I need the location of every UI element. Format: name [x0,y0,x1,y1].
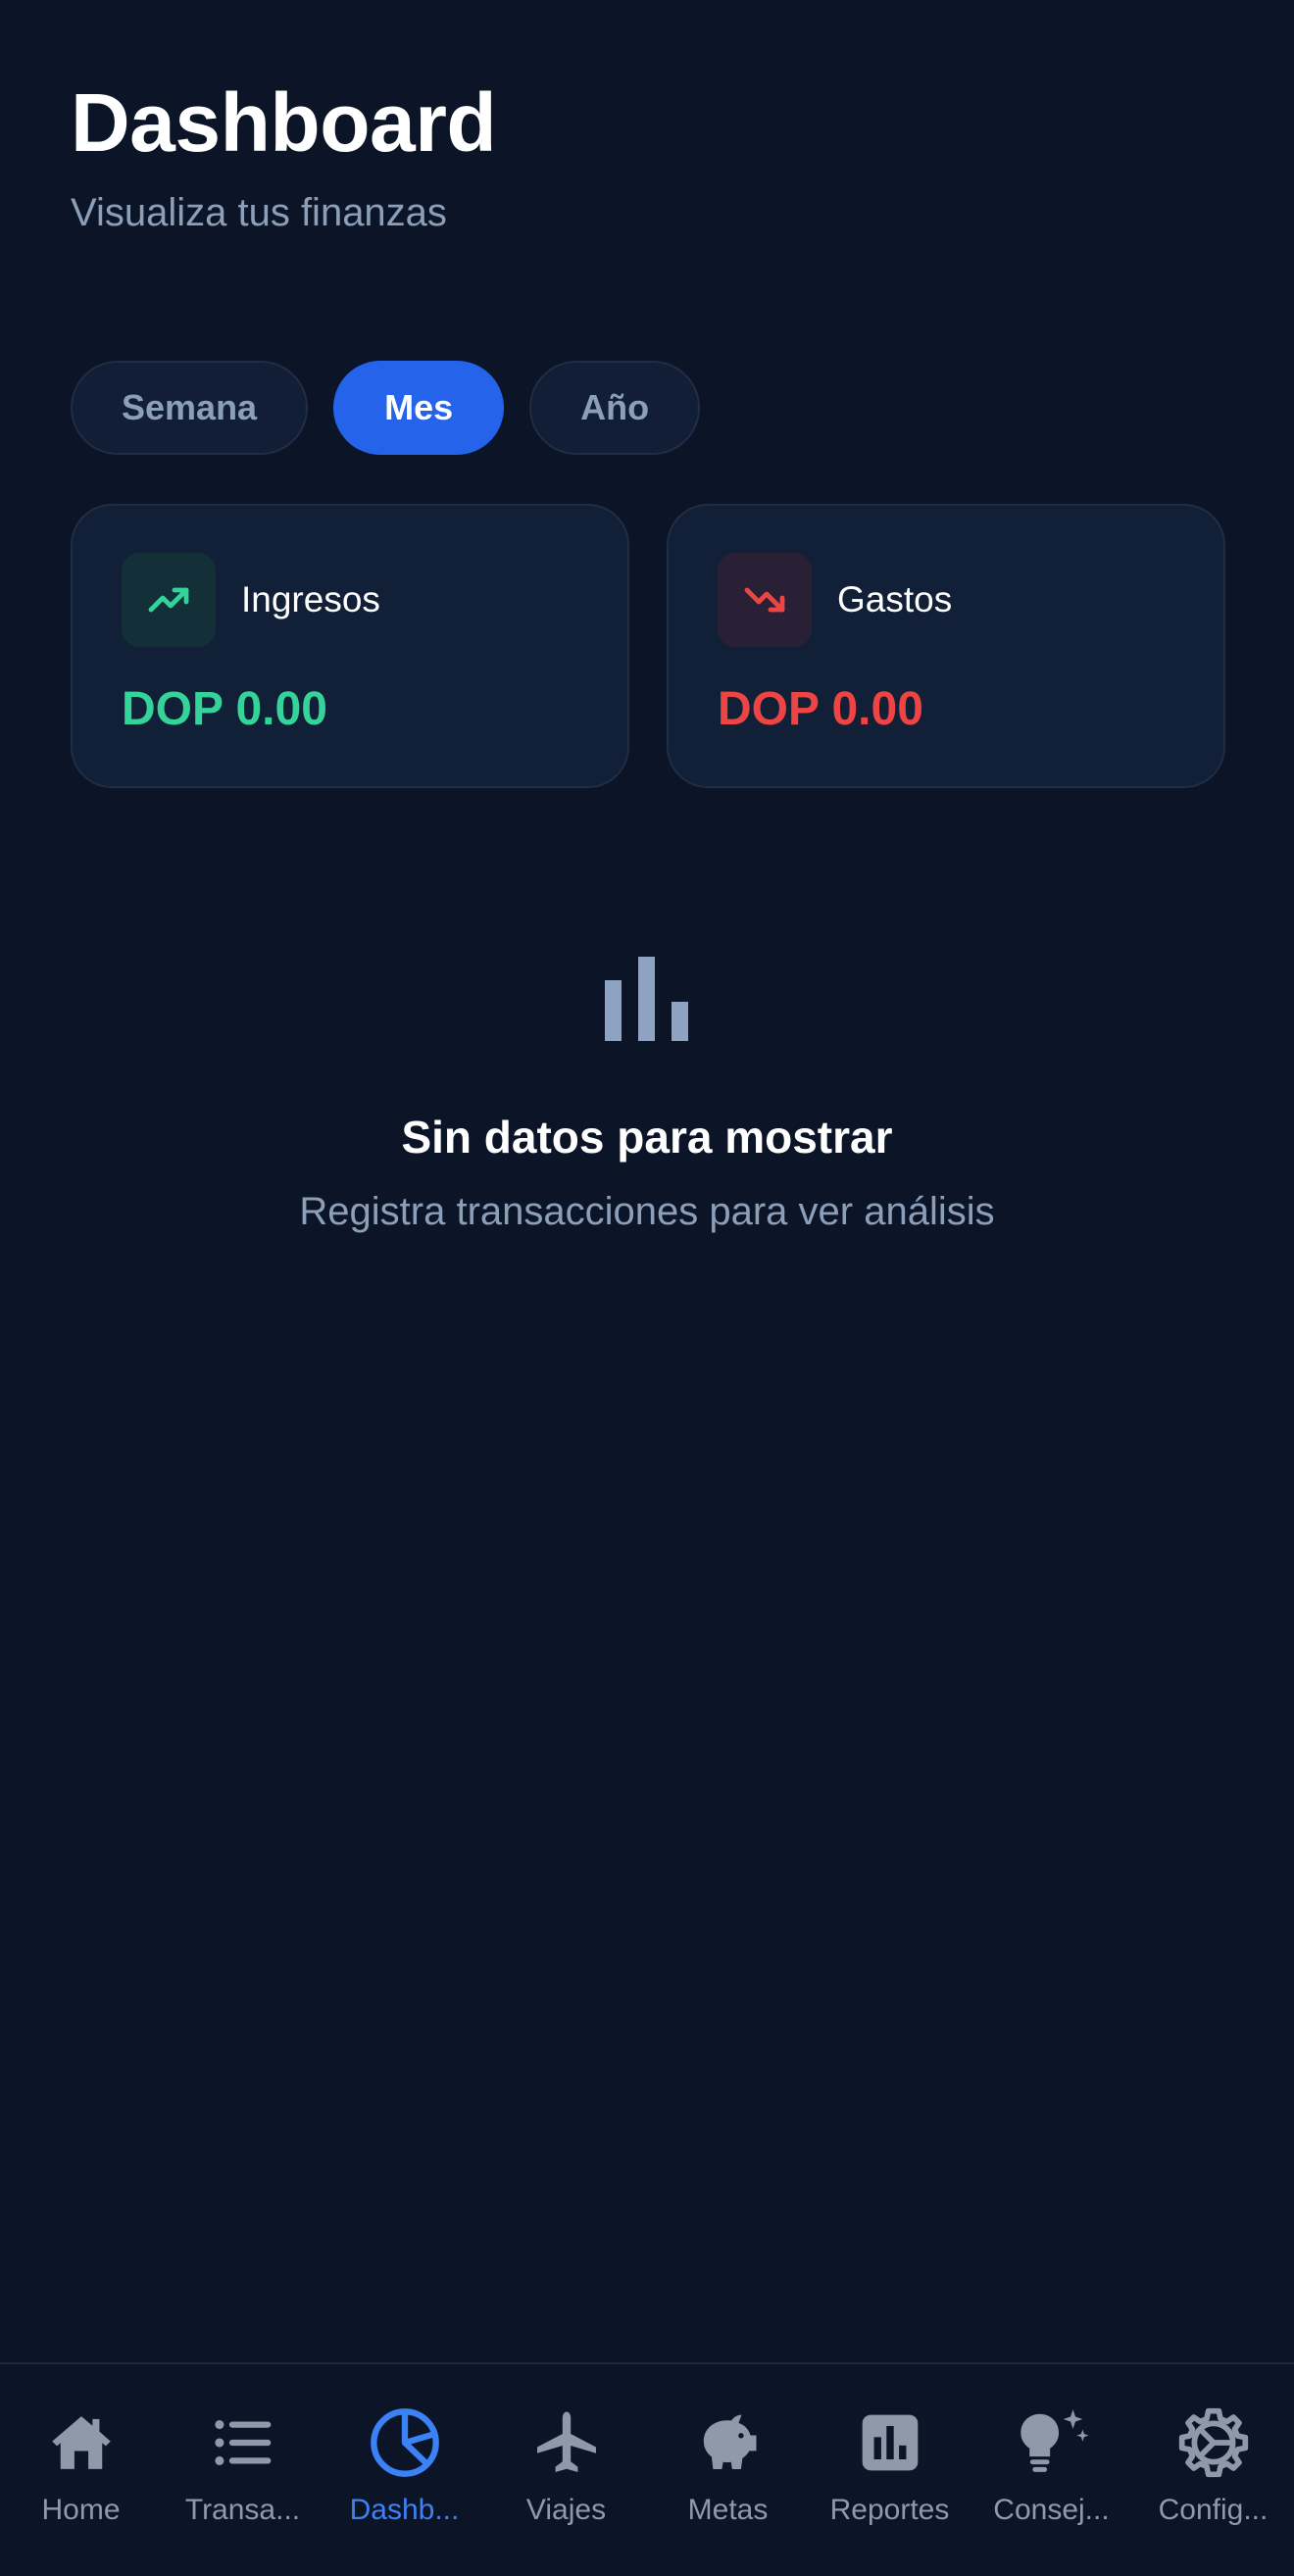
nav-item-consejos[interactable]: Consej... [970,2364,1132,2576]
nav-label-viajes: Viajes [525,2494,607,2526]
page-subtitle: Visualiza tus finanzas [71,191,447,234]
tab-mes[interactable]: Mes [333,361,505,455]
income-label: Ingresos [241,579,380,619]
nav-label-home: Home [41,2494,121,2526]
page-header: Dashboard Visualiza tus finanzas [71,69,497,237]
nav-item-config[interactable]: Config... [1132,2364,1294,2576]
trending-down-icon [718,553,812,647]
airplane-icon [527,2405,606,2480]
tab-semana[interactable]: Semana [71,361,309,455]
lightbulb-sparkle-icon [1013,2405,1091,2480]
nav-label-consejos: Consej... [993,2494,1110,2526]
nav-item-reportes[interactable]: Reportes [809,2364,970,2576]
summary-cards: Ingresos DOP 0.00 Gastos DOP 0.00 [71,504,1225,788]
list-icon [204,2405,282,2480]
income-card[interactable]: Ingresos DOP 0.00 [71,504,629,788]
nav-label-metas: Metas [687,2494,769,2526]
empty-state-text: Registra transacciones para ver análisis [299,1190,995,1233]
bar-chart-icon [605,957,688,1041]
empty-state-title: Sin datos para mostrar [401,1112,893,1163]
income-amount: DOP 0.00 [122,683,327,735]
nav-item-transactions[interactable]: Transa... [162,2364,324,2576]
pie-chart-icon [366,2405,444,2480]
period-selector: Semana Mes Año [71,361,701,455]
piggy-bank-icon [689,2405,768,2480]
nav-item-metas[interactable]: Metas [647,2364,809,2576]
nav-label-transactions: Transa... [184,2494,301,2526]
empty-state: Sin datos para mostrar Registra transacc… [0,957,1294,1237]
home-icon [42,2405,121,2480]
trending-up-icon [122,553,216,647]
nav-item-dashboard[interactable]: Dashb... [324,2364,485,2576]
page-title: Dashboard [71,76,497,169]
nav-item-viajes[interactable]: Viajes [485,2364,647,2576]
nav-label-config: Config... [1158,2494,1269,2526]
nav-label-reportes: Reportes [829,2494,950,2526]
expense-card[interactable]: Gastos DOP 0.00 [667,504,1225,788]
expense-amount: DOP 0.00 [718,683,923,735]
bottom-nav: Home Transa... Dashb... Viajes Metas Rep… [0,2362,1294,2576]
tab-ano[interactable]: Año [529,361,701,455]
nav-label-dashboard: Dashb... [349,2494,460,2526]
gear-icon [1174,2405,1253,2480]
chart-box-icon [851,2405,929,2480]
nav-item-home[interactable]: Home [0,2364,162,2576]
expense-label: Gastos [837,579,953,619]
